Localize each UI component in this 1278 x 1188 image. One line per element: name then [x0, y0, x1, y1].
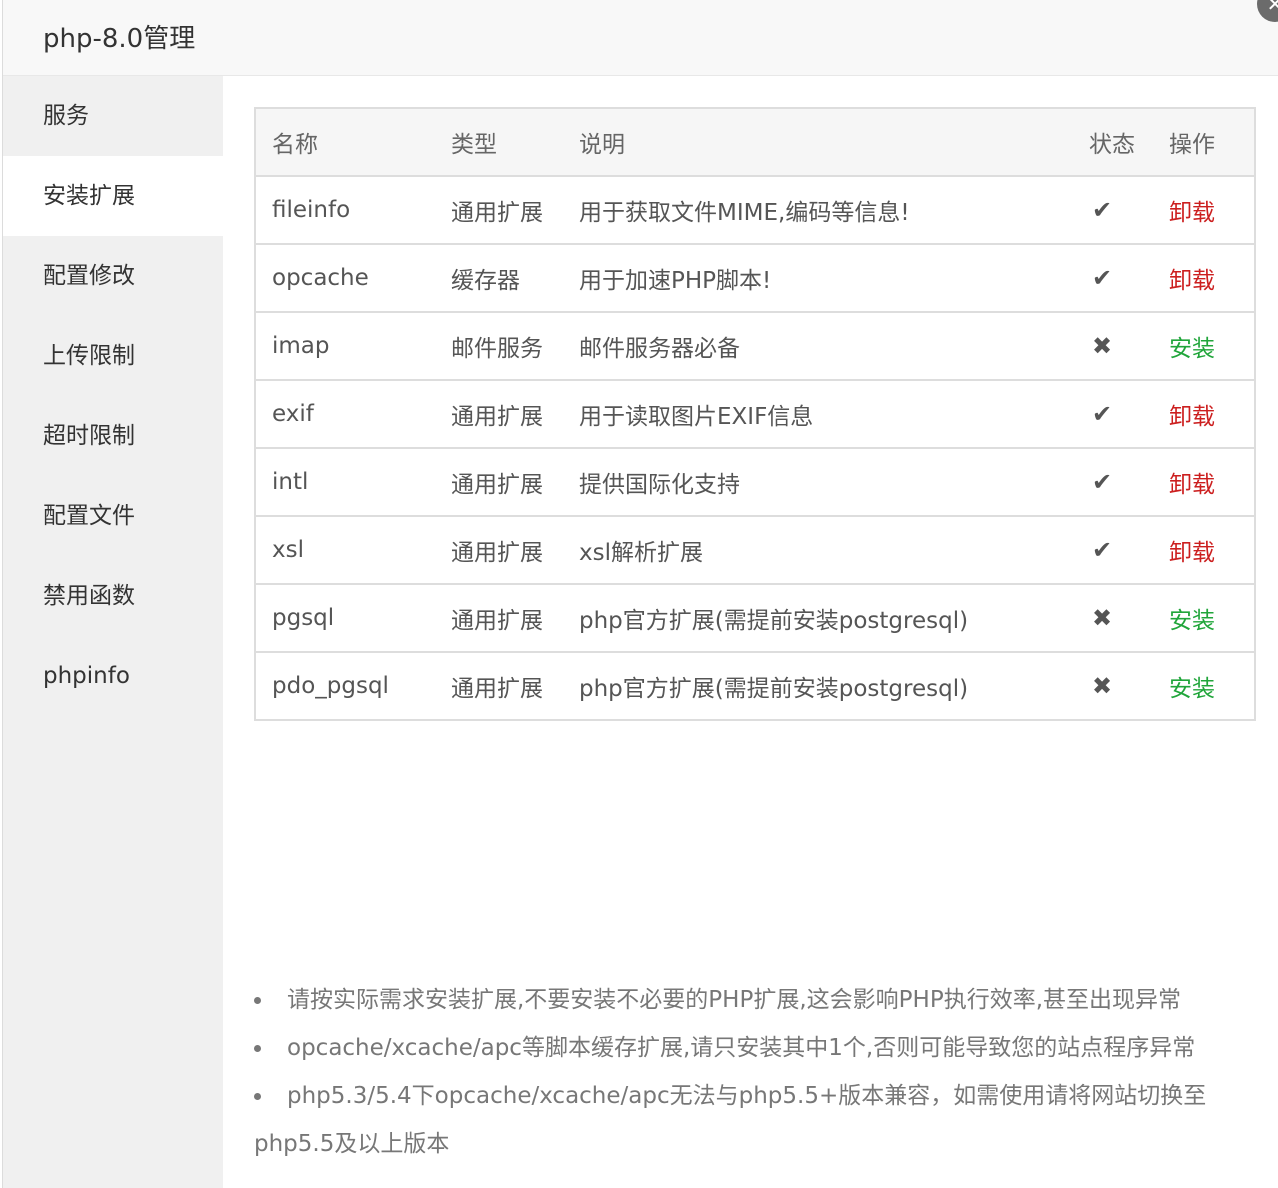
check-icon: ✔	[1091, 468, 1113, 496]
ext-desc: 邮件服务器必备	[563, 312, 1073, 381]
ext-desc: 用于加速PHP脚本!	[563, 244, 1073, 313]
uninstall-button[interactable]: 卸载	[1169, 268, 1215, 294]
header-desc: 说明	[563, 108, 1073, 177]
table-row: opcache 缓存器 用于加速PHP脚本! ✔ 卸载	[255, 244, 1255, 313]
ext-name: fileinfo	[255, 176, 435, 245]
sidebar-item-config-file[interactable]: 配置文件	[3, 476, 223, 556]
uninstall-button[interactable]: 卸载	[1169, 472, 1215, 498]
main-content: 名称 类型 说明 状态 操作 fileinfo 通用扩展 用于获取文件MIME,…	[223, 76, 1278, 1188]
sidebar: 服务 安装扩展 配置修改 上传限制 超时限制 配置文件 禁用函数 phpinfo	[3, 76, 223, 1188]
table-row: xsl 通用扩展 xsl解析扩展 ✔ 卸载	[255, 516, 1255, 585]
table-row: exif 通用扩展 用于读取图片EXIF信息 ✔ 卸载	[255, 380, 1255, 449]
table-header-row: 名称 类型 说明 状态 操作	[255, 108, 1255, 177]
install-button[interactable]: 安装	[1169, 336, 1215, 362]
ext-desc: 提供国际化支持	[563, 448, 1073, 517]
table-row: fileinfo 通用扩展 用于获取文件MIME,编码等信息! ✔ 卸载	[255, 176, 1255, 245]
ext-op: 卸载	[1153, 176, 1255, 245]
check-icon: ✔	[1091, 536, 1113, 564]
ext-type: 邮件服务	[435, 312, 563, 381]
ext-name: pgsql	[255, 584, 435, 653]
table-row: intl 通用扩展 提供国际化支持 ✔ 卸载	[255, 448, 1255, 517]
ext-type: 通用扩展	[435, 176, 563, 245]
ext-name: opcache	[255, 244, 435, 313]
sidebar-item-config-edit[interactable]: 配置修改	[3, 236, 223, 316]
header-operation: 操作	[1153, 108, 1255, 177]
dialog-title: php-8.0管理	[43, 24, 196, 54]
ext-status: ✔	[1073, 244, 1153, 313]
ext-op: 卸载	[1153, 448, 1255, 517]
ext-op: 卸载	[1153, 516, 1255, 585]
note-item: php5.3/5.4下opcache/xcache/apc无法与php5.5+版…	[254, 1072, 1254, 1168]
ext-name: exif	[255, 380, 435, 449]
ext-type: 通用扩展	[435, 380, 563, 449]
ext-op: 安装	[1153, 584, 1255, 653]
header-type: 类型	[435, 108, 563, 177]
note-item: 请按实际需求安装扩展,不要安装不必要的PHP扩展,这会影响PHP执行效率,甚至出…	[254, 976, 1254, 1024]
check-icon: ✔	[1091, 264, 1113, 292]
sidebar-item-disabled-functions[interactable]: 禁用函数	[3, 556, 223, 636]
install-button[interactable]: 安装	[1169, 608, 1215, 634]
ext-desc: 用于读取图片EXIF信息	[563, 380, 1073, 449]
sidebar-item-upload-limit[interactable]: 上传限制	[3, 316, 223, 396]
ext-name: intl	[255, 448, 435, 517]
notes-list: 请按实际需求安装扩展,不要安装不必要的PHP扩展,这会影响PHP执行效率,甚至出…	[254, 976, 1254, 1168]
cross-icon: ✖	[1091, 332, 1113, 360]
ext-op: 安装	[1153, 652, 1255, 721]
extensions-table: 名称 类型 说明 状态 操作 fileinfo 通用扩展 用于获取文件MIME,…	[254, 107, 1256, 721]
ext-desc: php官方扩展(需提前安装postgresql)	[563, 584, 1073, 653]
php-manager-dialog: php-8.0管理 ✕ 服务 安装扩展 配置修改 上传限制 超时限制 配置文件 …	[2, 0, 1278, 1188]
header-status: 状态	[1073, 108, 1153, 177]
ext-status: ✖	[1073, 652, 1153, 721]
ext-status: ✔	[1073, 380, 1153, 449]
ext-type: 通用扩展	[435, 516, 563, 585]
ext-desc: php官方扩展(需提前安装postgresql)	[563, 652, 1073, 721]
dialog-title-bar: php-8.0管理	[3, 0, 1278, 76]
ext-op: 安装	[1153, 312, 1255, 381]
table-row: imap 邮件服务 邮件服务器必备 ✖ 安装	[255, 312, 1255, 381]
uninstall-button[interactable]: 卸载	[1169, 200, 1215, 226]
ext-status: ✖	[1073, 312, 1153, 381]
sidebar-item-timeout-limit[interactable]: 超时限制	[3, 396, 223, 476]
table-row: pgsql 通用扩展 php官方扩展(需提前安装postgresql) ✖ 安装	[255, 584, 1255, 653]
header-name: 名称	[255, 108, 435, 177]
ext-name: pdo_pgsql	[255, 652, 435, 721]
install-button[interactable]: 安装	[1169, 676, 1215, 702]
uninstall-button[interactable]: 卸载	[1169, 540, 1215, 566]
check-icon: ✔	[1091, 400, 1113, 428]
sidebar-item-install-extension[interactable]: 安装扩展	[3, 156, 223, 236]
ext-op: 卸载	[1153, 244, 1255, 313]
sidebar-item-service[interactable]: 服务	[3, 76, 223, 156]
table-row: pdo_pgsql 通用扩展 php官方扩展(需提前安装postgresql) …	[255, 652, 1255, 721]
ext-desc: xsl解析扩展	[563, 516, 1073, 585]
cross-icon: ✖	[1091, 604, 1113, 632]
ext-type: 通用扩展	[435, 448, 563, 517]
ext-status: ✔	[1073, 448, 1153, 517]
ext-op: 卸载	[1153, 380, 1255, 449]
ext-status: ✖	[1073, 584, 1153, 653]
uninstall-button[interactable]: 卸载	[1169, 404, 1215, 430]
ext-desc: 用于获取文件MIME,编码等信息!	[563, 176, 1073, 245]
ext-status: ✔	[1073, 176, 1153, 245]
ext-name: imap	[255, 312, 435, 381]
cross-icon: ✖	[1091, 672, 1113, 700]
ext-status: ✔	[1073, 516, 1153, 585]
note-item: opcache/xcache/apc等脚本缓存扩展,请只安装其中1个,否则可能导…	[254, 1024, 1254, 1072]
ext-name: xsl	[255, 516, 435, 585]
check-icon: ✔	[1091, 196, 1113, 224]
ext-type: 通用扩展	[435, 584, 563, 653]
ext-type: 缓存器	[435, 244, 563, 313]
ext-type: 通用扩展	[435, 652, 563, 721]
sidebar-item-phpinfo[interactable]: phpinfo	[3, 636, 223, 716]
